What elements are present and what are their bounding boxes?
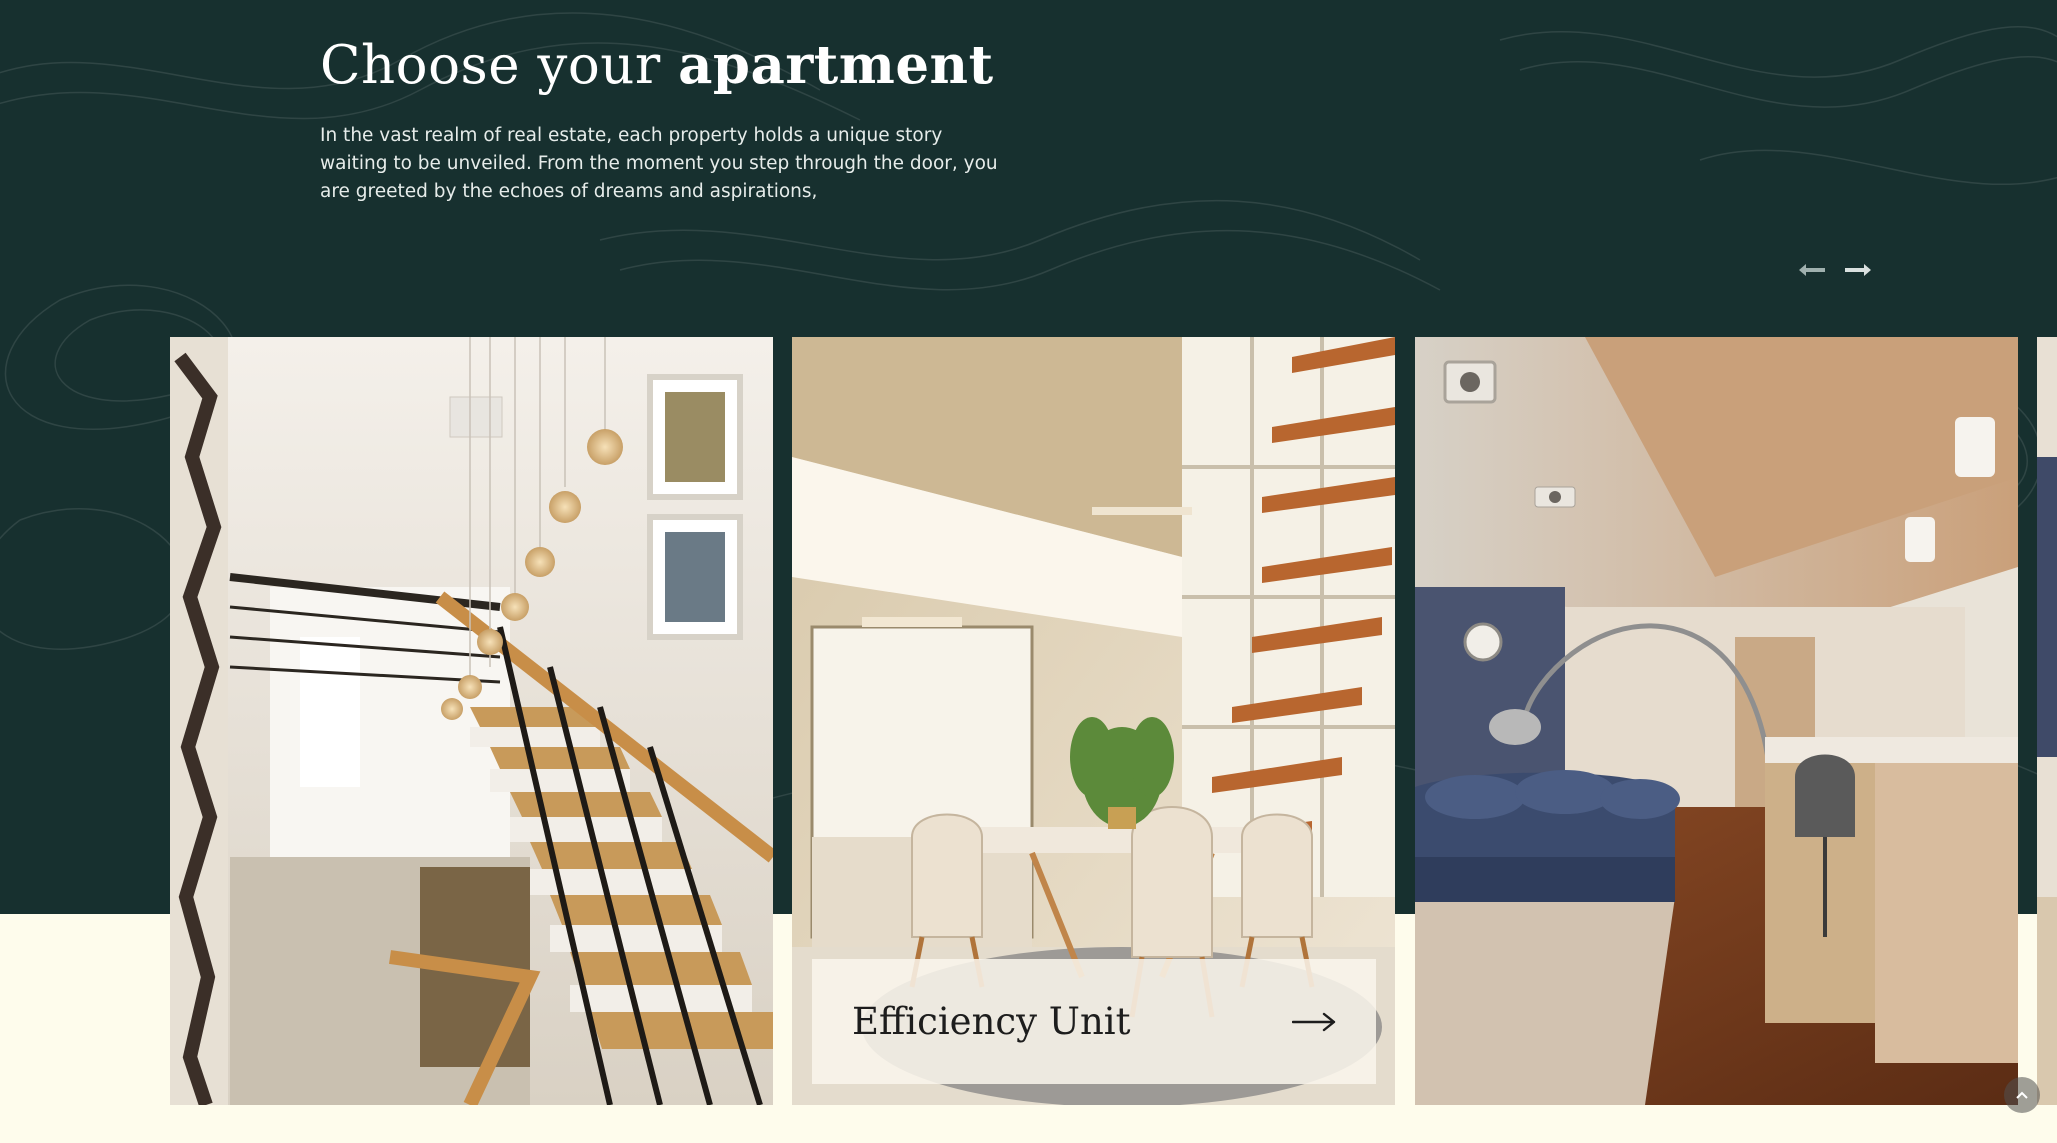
apartment-card-4-partial[interactable] (2037, 337, 2057, 1105)
arrow-right-icon (1292, 1012, 1336, 1031)
card-title: Efficiency Unit (852, 1000, 1131, 1043)
title-regular: Choose your (320, 35, 679, 96)
partial-room-image (2037, 337, 2057, 1105)
arrow-right-icon (1845, 264, 1871, 276)
slider-prev-button[interactable] (1794, 254, 1830, 286)
apartment-card-2[interactable]: Efficiency Unit (792, 337, 1395, 1105)
page-title: Choose your apartment (320, 34, 994, 96)
apartment-card-1[interactable] (170, 337, 773, 1105)
staircase-image (170, 337, 773, 1105)
chevron-up-icon (2016, 1091, 2028, 1099)
card-label[interactable]: Efficiency Unit (812, 959, 1376, 1084)
arrow-left-icon (1799, 264, 1825, 276)
apartment-card-3[interactable] (1415, 337, 2018, 1105)
section-description: In the vast realm of real estate, each p… (320, 125, 998, 202)
title-bold: apartment (678, 34, 994, 96)
living-room-image (1415, 337, 2018, 1105)
scroll-to-top-button[interactable] (2004, 1077, 2040, 1113)
slider-next-button[interactable] (1840, 254, 1876, 286)
